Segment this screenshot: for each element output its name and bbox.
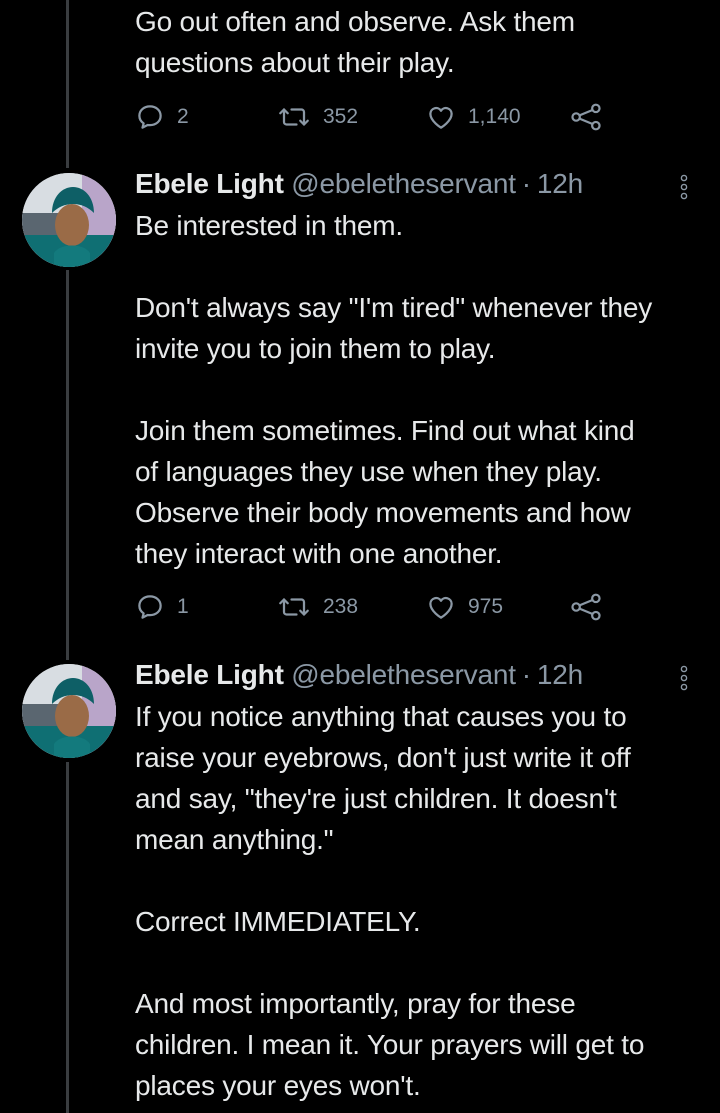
avatar-image — [22, 173, 116, 267]
tweet-header: Ebele Light @ebeletheservant · 12h — [135, 166, 583, 202]
share-icon — [571, 103, 601, 131]
retweet-button[interactable]: 238 — [277, 587, 358, 627]
retweet-count: 238 — [323, 595, 359, 618]
separator-dot: · — [521, 659, 531, 690]
retweet-button[interactable]: 352 — [277, 97, 358, 137]
reply-button[interactable]: 2 — [135, 97, 189, 137]
retweet-count: 352 — [323, 105, 359, 128]
avatar[interactable] — [22, 173, 116, 267]
separator-dot: · — [521, 168, 531, 199]
thread-line-bottom — [66, 762, 69, 1113]
like-count: 975 — [468, 595, 504, 618]
speech-bubble-icon — [138, 595, 162, 619]
like-count: 1,140 — [468, 105, 521, 128]
retweet-icon — [279, 598, 309, 616]
tweet-action-bar: 1 238 975 — [135, 587, 615, 627]
top-tweet-line-2: questions about their play. — [135, 47, 455, 78]
reply-count: 1 — [177, 595, 189, 618]
share-button[interactable] — [570, 97, 602, 137]
top-tweet-text: Go out often and observe. Ask them quest… — [135, 1, 710, 83]
thread-line-top — [66, 0, 69, 168]
heart-icon — [429, 596, 453, 619]
share-icon — [571, 593, 601, 621]
speech-bubble-icon — [138, 105, 162, 129]
thread-line-middle — [66, 270, 69, 660]
tweet-timestamp[interactable]: 12h — [537, 168, 583, 199]
avatar-image — [22, 664, 116, 758]
tweet-header: Ebele Light @ebeletheservant · 12h — [135, 657, 583, 693]
top-tweet-action-bar: 2 352 1,140 — [135, 97, 615, 137]
retweet-icon — [279, 108, 309, 126]
display-name[interactable]: Ebele Light — [135, 659, 284, 690]
vertical-dots-icon[interactable] — [678, 664, 690, 692]
top-tweet-line-1: Go out often and observe. Ask them — [135, 6, 575, 37]
tweet-body: Be interested in them. Don't always say … — [135, 210, 653, 569]
vertical-dots-icon[interactable] — [678, 173, 690, 201]
user-handle[interactable]: @ebeletheservant — [291, 168, 516, 199]
tweet-body: If you notice anything that causes you t… — [135, 701, 645, 1101]
reply-button[interactable]: 1 — [135, 587, 189, 627]
like-button[interactable]: 975 — [426, 587, 503, 627]
display-name[interactable]: Ebele Light — [135, 168, 284, 199]
share-button[interactable] — [570, 587, 602, 627]
avatar[interactable] — [22, 664, 116, 758]
user-handle[interactable]: @ebeletheservant — [291, 659, 516, 690]
like-button[interactable]: 1,140 — [426, 97, 521, 137]
tweet-timestamp[interactable]: 12h — [537, 659, 583, 690]
reply-count: 2 — [177, 105, 189, 128]
heart-icon — [429, 106, 453, 129]
